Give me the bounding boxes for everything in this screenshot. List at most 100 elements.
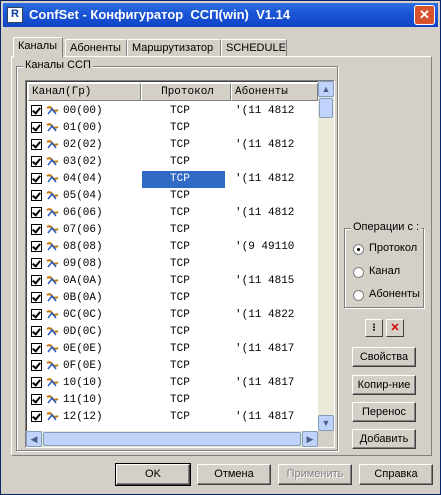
cell-protocol[interactable]: TCP — [170, 394, 190, 406]
tab-schedule[interactable]: SCHEDULE — [221, 39, 287, 57]
cell-subscribers: '(11 4815 — [235, 275, 295, 287]
cell-protocol[interactable]: TCP — [170, 411, 190, 423]
table-row[interactable]: 02(02) TCP '(11 4812 — [28, 137, 318, 154]
table-row[interactable]: 0E(0E) TCP '(11 4817 — [28, 341, 318, 358]
cell-protocol[interactable]: TCP — [170, 122, 190, 134]
row-checkbox[interactable] — [31, 326, 42, 337]
cell-protocol[interactable]: TCP — [170, 275, 190, 287]
cell-protocol[interactable]: TCP — [170, 190, 190, 202]
cell-channel: 12(12) — [63, 411, 103, 423]
cell-protocol[interactable]: TCP — [170, 326, 190, 338]
horizontal-scroll-thumb[interactable] — [43, 432, 301, 446]
cancel-button[interactable]: Отмена — [197, 464, 271, 485]
channels-list[interactable]: Канал(Гр) Протокол Абоненты 00(00) TCP '(1… — [25, 80, 335, 448]
table-row[interactable]: 12(12) TCP '(11 4817 — [28, 409, 318, 426]
cell-protocol[interactable]: TCP — [170, 139, 190, 151]
title-bar[interactable]: ConfSet - Конфигуратор ССП(win) V1.14 ✕ — [3, 3, 438, 27]
row-checkbox[interactable] — [31, 292, 42, 303]
help-button[interactable]: Справка — [359, 464, 433, 485]
table-row[interactable]: 08(08) TCP '(9 49110 — [28, 239, 318, 256]
cell-protocol[interactable]: TCP — [170, 207, 190, 219]
row-checkbox[interactable] — [31, 156, 42, 167]
vertical-scroll-thumb[interactable] — [319, 98, 333, 118]
table-row[interactable]: 0A(0A) TCP '(11 4815 — [28, 273, 318, 290]
cell-subscribers: '(11 4817 — [235, 343, 295, 355]
delete-icon[interactable]: ✕ — [386, 319, 404, 337]
cell-protocol[interactable]: TCP — [170, 377, 190, 389]
row-checkbox[interactable] — [31, 241, 42, 252]
scroll-down-button[interactable]: ▼ — [318, 415, 334, 431]
horizontal-scrollbar[interactable]: ◀ ▶ — [26, 431, 318, 447]
tab-subscribers[interactable]: Абоненты — [65, 39, 127, 57]
app-icon — [7, 7, 23, 23]
cell-protocol[interactable]: TCP — [170, 292, 190, 304]
radio-subscribers-label[interactable]: Абоненты — [369, 288, 420, 300]
table-row[interactable]: 11(10) TCP — [28, 392, 318, 409]
row-checkbox[interactable] — [31, 173, 42, 184]
cell-protocol[interactable]: TCP — [170, 156, 190, 168]
scroll-up-button[interactable]: ▲ — [318, 81, 334, 97]
row-checkbox[interactable] — [31, 411, 42, 422]
cell-protocol[interactable]: TCP — [170, 105, 190, 117]
table-row[interactable]: 05(04) TCP — [28, 188, 318, 205]
vertical-scrollbar[interactable]: ▲ ▼ — [318, 81, 334, 431]
column-protocol[interactable]: Протокол — [141, 83, 231, 101]
radio-subscribers[interactable] — [353, 290, 364, 301]
table-row[interactable]: 01(00) TCP — [28, 120, 318, 137]
tab-router[interactable]: Маршрутизатор — [127, 39, 221, 57]
cell-channel: 0D(0C) — [63, 326, 103, 338]
row-checkbox[interactable] — [31, 275, 42, 286]
table-row[interactable]: 0F(0E) TCP — [28, 358, 318, 375]
row-checkbox[interactable] — [31, 139, 42, 150]
row-checkbox[interactable] — [31, 377, 42, 388]
column-channel[interactable]: Канал(Гр) — [28, 83, 141, 101]
cell-protocol[interactable]: TCP — [170, 224, 190, 236]
cell-protocol[interactable]: TCP — [170, 241, 190, 253]
channel-icon — [46, 360, 59, 372]
add-button[interactable]: Добавить — [352, 429, 416, 449]
table-row[interactable]: 0C(0C) TCP '(11 4822 — [28, 307, 318, 324]
channel-icon — [46, 292, 59, 304]
cell-protocol[interactable]: TCP — [142, 171, 225, 188]
cell-protocol[interactable]: TCP — [170, 343, 190, 355]
row-checkbox[interactable] — [31, 190, 42, 201]
row-checkbox[interactable] — [31, 122, 42, 133]
move-up-down-button[interactable]: ⁝ — [365, 319, 383, 337]
table-row[interactable]: 10(10) TCP '(11 4817 — [28, 375, 318, 392]
table-row[interactable]: 06(06) TCP '(11 4812 — [28, 205, 318, 222]
row-checkbox[interactable] — [31, 360, 42, 371]
table-row[interactable]: 00(00) TCP '(11 4812 — [28, 103, 318, 120]
table-row[interactable]: 07(06) TCP — [28, 222, 318, 239]
cell-protocol[interactable]: TCP — [170, 258, 190, 270]
cell-protocol[interactable]: TCP — [170, 360, 190, 372]
scroll-right-button[interactable]: ▶ — [302, 431, 318, 447]
close-button[interactable]: ✕ — [414, 5, 435, 25]
row-checkbox[interactable] — [31, 258, 42, 269]
table-row[interactable]: 09(08) TCP — [28, 256, 318, 273]
channel-icon — [46, 275, 59, 287]
tab-channels[interactable]: Каналы — [13, 37, 63, 58]
radio-protocol[interactable] — [353, 244, 364, 255]
table-row[interactable]: 03(02) TCP — [28, 154, 318, 171]
column-subscribers[interactable]: Абоненты — [231, 83, 318, 101]
ok-button[interactable]: OK — [115, 463, 191, 486]
row-checkbox[interactable] — [31, 224, 42, 235]
table-row[interactable]: 0B(0A) TCP — [28, 290, 318, 307]
radio-channel-label[interactable]: Канал — [369, 265, 400, 277]
row-checkbox[interactable] — [31, 394, 42, 405]
copy-button[interactable]: Копир-ние — [352, 375, 416, 395]
scroll-left-button[interactable]: ◀ — [26, 431, 42, 447]
row-checkbox[interactable] — [31, 105, 42, 116]
cell-protocol[interactable]: TCP — [170, 309, 190, 321]
row-checkbox[interactable] — [31, 207, 42, 218]
row-checkbox[interactable] — [31, 343, 42, 354]
move-button[interactable]: Перенос — [352, 402, 416, 422]
table-row[interactable]: 0D(0C) TCP — [28, 324, 318, 341]
properties-button[interactable]: Свойства — [352, 347, 416, 367]
apply-button[interactable]: Применить — [278, 464, 352, 485]
cell-channel: 0C(0C) — [63, 309, 103, 321]
radio-channel[interactable] — [353, 267, 364, 278]
table-row[interactable]: 04(04) TCP '(11 4812 — [28, 171, 318, 188]
radio-protocol-label[interactable]: Протокол — [369, 242, 417, 254]
row-checkbox[interactable] — [31, 309, 42, 320]
